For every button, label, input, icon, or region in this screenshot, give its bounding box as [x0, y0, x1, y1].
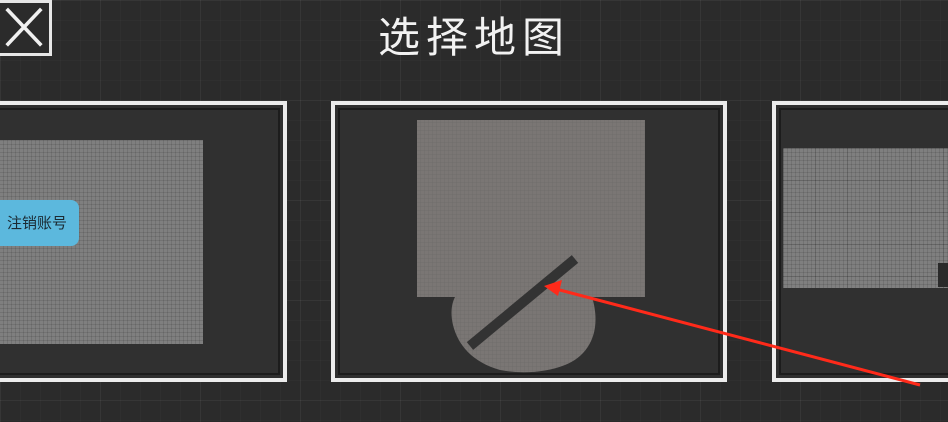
map-dark-block: [938, 263, 948, 287]
page-title: 选择地图: [377, 13, 570, 62]
logout-account-button[interactable]: 注销账号: [0, 200, 79, 246]
map-shape: [417, 120, 645, 373]
map-floor-upper: [417, 120, 645, 297]
map-floor: [783, 148, 948, 288]
map-card-right[interactable]: [772, 101, 948, 382]
map-card-middle[interactable]: [331, 101, 727, 382]
map-preview-right: [779, 108, 948, 375]
map-card-left[interactable]: 注销账号: [0, 101, 287, 382]
map-preview-middle: [338, 108, 720, 375]
map-floor-lower: [451, 297, 596, 373]
map-preview-left: 注销账号: [0, 108, 280, 375]
